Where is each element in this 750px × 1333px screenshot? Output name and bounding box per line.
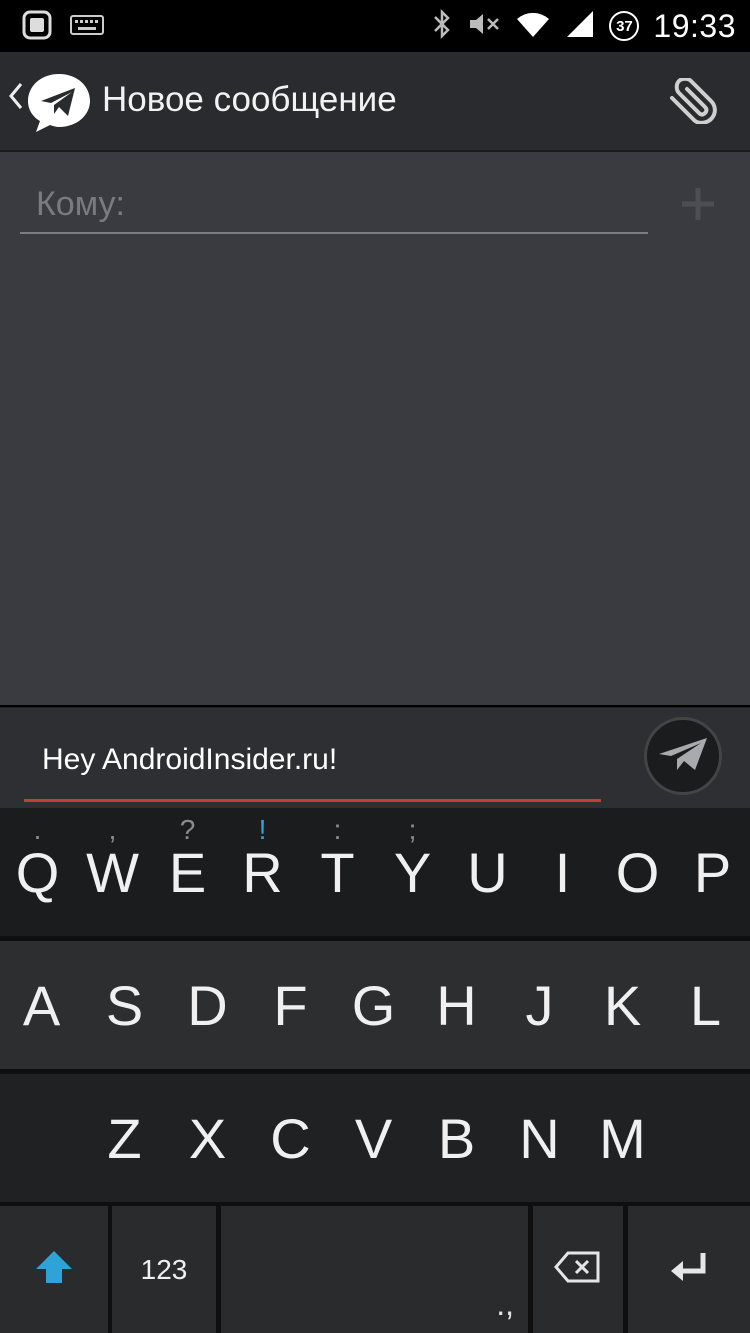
send-button[interactable]: [644, 717, 722, 795]
key-x[interactable]: X: [166, 1074, 249, 1202]
key-r[interactable]: ! R: [225, 808, 300, 936]
keyboard-row-4: 123 .,: [0, 1206, 750, 1333]
key-p[interactable]: P: [675, 808, 750, 936]
recipient-input[interactable]: Кому:: [20, 182, 648, 234]
symbols-key[interactable]: 123: [112, 1206, 216, 1333]
key-g[interactable]: G: [332, 941, 415, 1069]
key-m[interactable]: M: [581, 1074, 664, 1202]
key-c[interactable]: C: [249, 1074, 332, 1202]
key-j[interactable]: J: [498, 941, 581, 1069]
notification-count-badge: 37: [609, 11, 640, 41]
key-i[interactable]: I: [525, 808, 600, 936]
plus-icon[interactable]: [678, 184, 718, 224]
shift-arrow-icon: [34, 1249, 74, 1290]
key-k[interactable]: K: [581, 941, 664, 1069]
keyboard-row-3: Z X C V B N M: [0, 1074, 750, 1202]
back-chevron-icon[interactable]: [8, 80, 24, 117]
key-a[interactable]: A: [0, 941, 83, 1069]
backspace-key[interactable]: [533, 1206, 623, 1333]
key-e[interactable]: ? E: [150, 808, 225, 936]
wifi-icon: [515, 9, 551, 44]
key-z[interactable]: Z: [83, 1074, 166, 1202]
key-b[interactable]: B: [415, 1074, 498, 1202]
space-punctuation-hint: .,: [496, 1286, 514, 1322]
keyboard-icon: [70, 13, 104, 42]
key-y[interactable]: ; Y: [375, 808, 450, 936]
key-o[interactable]: O: [600, 808, 675, 936]
page-title: Новое сообщение: [102, 80, 397, 119]
paper-plane-send-icon: [657, 734, 709, 779]
message-input[interactable]: Hey AndroidInsider.ru!: [24, 734, 601, 802]
key-q[interactable]: .Q: [0, 808, 75, 936]
clock-time: 19:33: [653, 7, 736, 44]
key-u[interactable]: U: [450, 808, 525, 936]
shift-key[interactable]: [0, 1206, 108, 1333]
app-square-icon: [22, 10, 52, 45]
volume-mute-icon: [467, 9, 501, 44]
key-h[interactable]: H: [415, 941, 498, 1069]
key-s[interactable]: S: [83, 941, 166, 1069]
keyboard: .Q ,W ? E ! R :T ; Y U I O P A S D F G H J …: [0, 808, 750, 1333]
backspace-icon: [554, 1251, 602, 1288]
key-v[interactable]: V: [332, 1074, 415, 1202]
paperclip-icon[interactable]: [664, 76, 720, 129]
signal-icon: [565, 9, 595, 44]
key-n[interactable]: N: [498, 1074, 581, 1202]
key-t[interactable]: :T: [300, 808, 375, 936]
compose-bar: Hey AndroidInsider.ru!: [0, 707, 750, 809]
enter-arrow-icon: [669, 1251, 709, 1288]
paper-plane-logo-icon[interactable]: [26, 70, 92, 141]
key-d[interactable]: D: [166, 941, 249, 1069]
status-bar: 37 19:33: [0, 0, 750, 52]
keyboard-row-2: A S D F G H J K L: [0, 941, 750, 1069]
key-f[interactable]: F: [249, 941, 332, 1069]
key-w[interactable]: ,W: [75, 808, 150, 936]
bluetooth-icon: [431, 8, 453, 44]
enter-key[interactable]: [628, 1206, 750, 1333]
keyboard-row-1: .Q ,W ? E ! R :T ; Y U I O P: [0, 808, 750, 936]
action-bar: Новое сообщение: [0, 52, 750, 152]
key-l[interactable]: L: [664, 941, 747, 1069]
space-key[interactable]: .,: [221, 1206, 528, 1333]
recipient-area: Кому:: [0, 152, 750, 705]
